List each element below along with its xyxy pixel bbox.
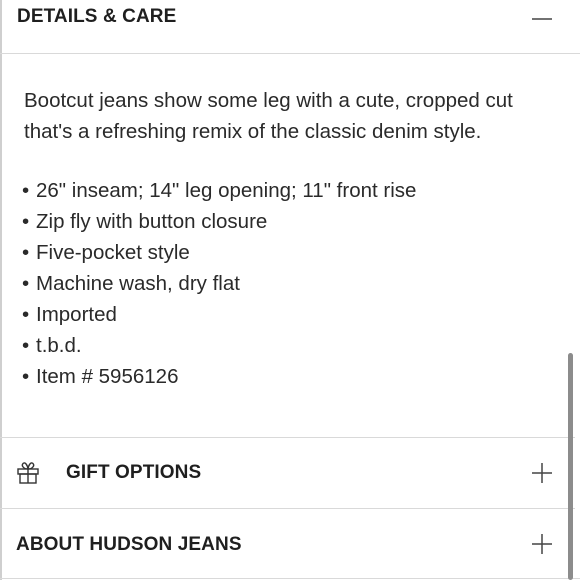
list-item: • Machine wash, dry flat (22, 268, 416, 299)
feature-text: Zip fly with button closure (36, 210, 268, 233)
plus-icon[interactable] (531, 462, 553, 484)
list-item: • t.b.d. (22, 330, 416, 361)
gift-options-title: GIFT OPTIONS (66, 462, 202, 483)
product-details-panel: DETAILS & CARE Bootcut jeans show some l… (0, 0, 580, 580)
bottom-divider (0, 578, 580, 579)
scrollbar[interactable] (568, 353, 573, 580)
feature-text: 26" inseam; 14" leg opening; 11" front r… (36, 179, 417, 202)
gift-icon (15, 459, 41, 485)
description-line: Bootcut jeans show some leg with a cute,… (24, 89, 513, 112)
feature-text: Machine wash, dry flat (36, 272, 240, 295)
list-item: • Zip fly with button closure (22, 206, 416, 237)
list-item: • Five-pocket style (22, 237, 416, 268)
details-care-header[interactable]: DETAILS & CARE (0, 0, 580, 40)
feature-text: Item # 5956126 (36, 365, 179, 388)
details-header-divider (0, 53, 580, 54)
minus-icon[interactable] (531, 8, 553, 30)
gift-options-header[interactable]: GIFT OPTIONS (0, 438, 580, 508)
feature-text: Five-pocket style (36, 241, 190, 264)
bullet: • (22, 334, 30, 357)
about-brand-header[interactable]: ABOUT HUDSON JEANS (0, 508, 580, 580)
list-item: • 26" inseam; 14" leg opening; 11" front … (22, 175, 416, 206)
about-brand-title: ABOUT HUDSON JEANS (16, 534, 242, 555)
feature-text: Imported (36, 303, 117, 326)
feature-text: t.b.d. (36, 334, 82, 357)
list-item: • Imported (22, 299, 416, 330)
bullet: • (22, 210, 30, 233)
bullet: • (22, 179, 30, 202)
plus-icon[interactable] (531, 533, 553, 555)
bullet: • (22, 272, 30, 295)
product-description: Bootcut jeans show some leg with a cute,… (24, 85, 564, 147)
description-line: that's a refreshing remix of the classic… (24, 120, 482, 143)
list-item: • Item # 5956126 (22, 361, 416, 392)
feature-list: • 26" inseam; 14" leg opening; 11" front … (22, 175, 416, 392)
bullet: • (22, 241, 30, 264)
details-care-title: DETAILS & CARE (17, 6, 177, 27)
bullet: • (22, 303, 30, 326)
bullet: • (22, 365, 30, 388)
